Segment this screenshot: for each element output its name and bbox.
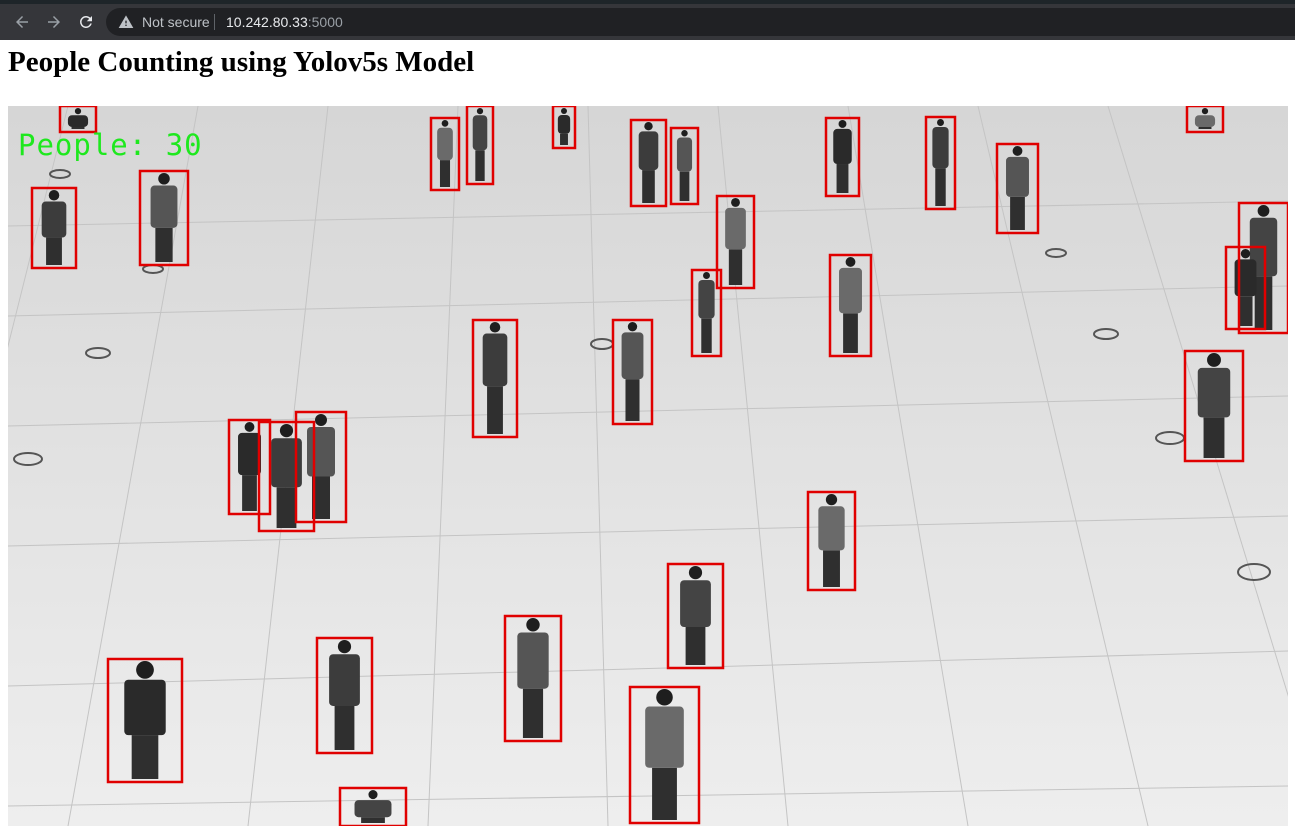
back-button[interactable] bbox=[10, 10, 34, 34]
back-arrow-icon bbox=[16, 16, 28, 28]
url-port: :5000 bbox=[307, 14, 343, 30]
people-count-overlay: People: 30 bbox=[18, 128, 203, 162]
address-bar[interactable]: Not secure 10.242.80.33:5000 bbox=[106, 8, 1295, 36]
people-count-label: People: bbox=[18, 128, 148, 162]
people-count-value: 30 bbox=[165, 128, 203, 162]
not-secure-label[interactable]: Not secure bbox=[142, 14, 210, 30]
url-text[interactable]: 10.242.80.33:5000 bbox=[226, 14, 343, 30]
forward-button[interactable] bbox=[42, 10, 66, 34]
warning-icon[interactable] bbox=[118, 14, 134, 30]
url-host: 10.242.80.33 bbox=[226, 14, 308, 30]
video-feed: People: 30 bbox=[8, 106, 1288, 826]
forward-arrow-icon bbox=[48, 16, 60, 28]
reload-icon bbox=[80, 15, 92, 28]
video-frame-image bbox=[8, 106, 1288, 826]
reload-button[interactable] bbox=[74, 10, 98, 34]
page-title: People Counting using Yolov5s Model bbox=[8, 46, 475, 78]
omnibox-divider bbox=[214, 14, 215, 30]
browser-toolbar: Not secure 10.242.80.33:5000 bbox=[0, 4, 1295, 40]
